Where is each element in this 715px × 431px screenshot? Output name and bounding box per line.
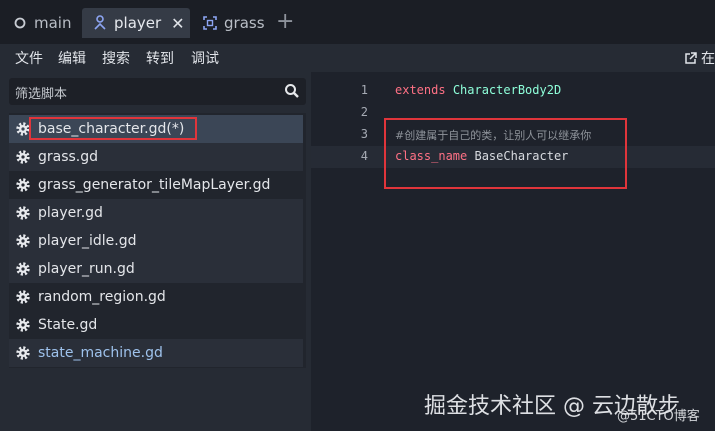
- menu-search[interactable]: 搜索: [102, 48, 130, 68]
- menu-file[interactable]: 文件: [15, 48, 43, 68]
- script-name: grass_generator_tileMapLayer.gd: [38, 177, 271, 193]
- list-item-player-run[interactable]: player_run.gd: [9, 255, 303, 283]
- line-number: 2: [360, 105, 368, 119]
- list-item-state-machine[interactable]: state_machine.gd: [9, 339, 303, 367]
- red-annotation-box: [384, 118, 627, 189]
- list-item-player-idle[interactable]: player_idle.gd: [9, 227, 303, 255]
- script-name: grass.gd: [38, 149, 99, 165]
- gear-icon: [16, 318, 30, 332]
- line-number: 1: [360, 83, 368, 97]
- tab-label: grass: [224, 14, 265, 32]
- tab-grass[interactable]: grass: [202, 8, 265, 38]
- frame-icon: [202, 15, 218, 31]
- menu-debug[interactable]: 调试: [191, 48, 219, 68]
- external-link-icon: [684, 51, 697, 65]
- online-docs-label: 在: [701, 51, 715, 67]
- gear-icon: [16, 262, 30, 276]
- gear-icon: [16, 234, 30, 248]
- watermark-subtext: @51CTO博客: [617, 409, 700, 424]
- filter-scripts-input[interactable]: 筛选脚本: [9, 78, 306, 105]
- search-icon: [284, 83, 300, 99]
- gear-icon: [16, 346, 30, 360]
- red-highlight-box: [29, 117, 197, 140]
- gear-icon: [16, 150, 30, 164]
- menu-edit[interactable]: 编辑: [58, 48, 86, 68]
- script-name: state_machine.gd: [38, 345, 163, 361]
- circle-icon: [12, 15, 28, 31]
- script-name: State.gd: [38, 317, 98, 333]
- close-icon[interactable]: ✕: [171, 14, 184, 33]
- tab-label: main: [34, 14, 72, 32]
- scene-tab-bar: main player ✕ grass +: [0, 0, 715, 44]
- new-tab-button[interactable]: +: [276, 10, 294, 34]
- list-item-player[interactable]: player.gd: [9, 199, 303, 227]
- filter-placeholder: 筛选脚本: [15, 87, 68, 102]
- list-item-random-region[interactable]: random_region.gd: [9, 283, 303, 311]
- script-name: player_idle.gd: [38, 233, 137, 249]
- keyword-extends: extends: [395, 83, 446, 97]
- script-editor-window: main player ✕ grass + 文件 编辑 搜索 转到 调试 在 筛…: [0, 0, 715, 431]
- script-name: player_run.gd: [38, 261, 135, 277]
- gear-icon: [16, 206, 30, 220]
- list-item-grass[interactable]: grass.gd: [9, 143, 303, 171]
- gear-icon: [16, 290, 30, 304]
- gear-icon: [16, 178, 30, 192]
- tab-player[interactable]: player ✕: [82, 8, 190, 38]
- node-tree-icon: [92, 15, 108, 31]
- type-name: CharacterBody2D: [452, 83, 562, 97]
- online-docs-button[interactable]: 在: [684, 48, 715, 68]
- list-item-state[interactable]: State.gd: [9, 311, 303, 339]
- script-name: player.gd: [38, 205, 103, 221]
- tab-main[interactable]: main: [12, 8, 71, 38]
- script-list: base_character.gd(*) grass.gd grass_gene…: [9, 113, 306, 368]
- menu-goto[interactable]: 转到: [146, 48, 174, 68]
- list-item-grass-generator[interactable]: grass_generator_tileMapLayer.gd: [9, 171, 303, 199]
- script-name: random_region.gd: [38, 289, 166, 305]
- code-line-1: extends CharacterBody2D: [395, 83, 561, 97]
- line-number: 4: [360, 149, 368, 163]
- tab-label: player: [114, 14, 162, 32]
- menu-bar: 文件 编辑 搜索 转到 调试 在: [0, 44, 715, 72]
- line-number: 3: [360, 127, 368, 141]
